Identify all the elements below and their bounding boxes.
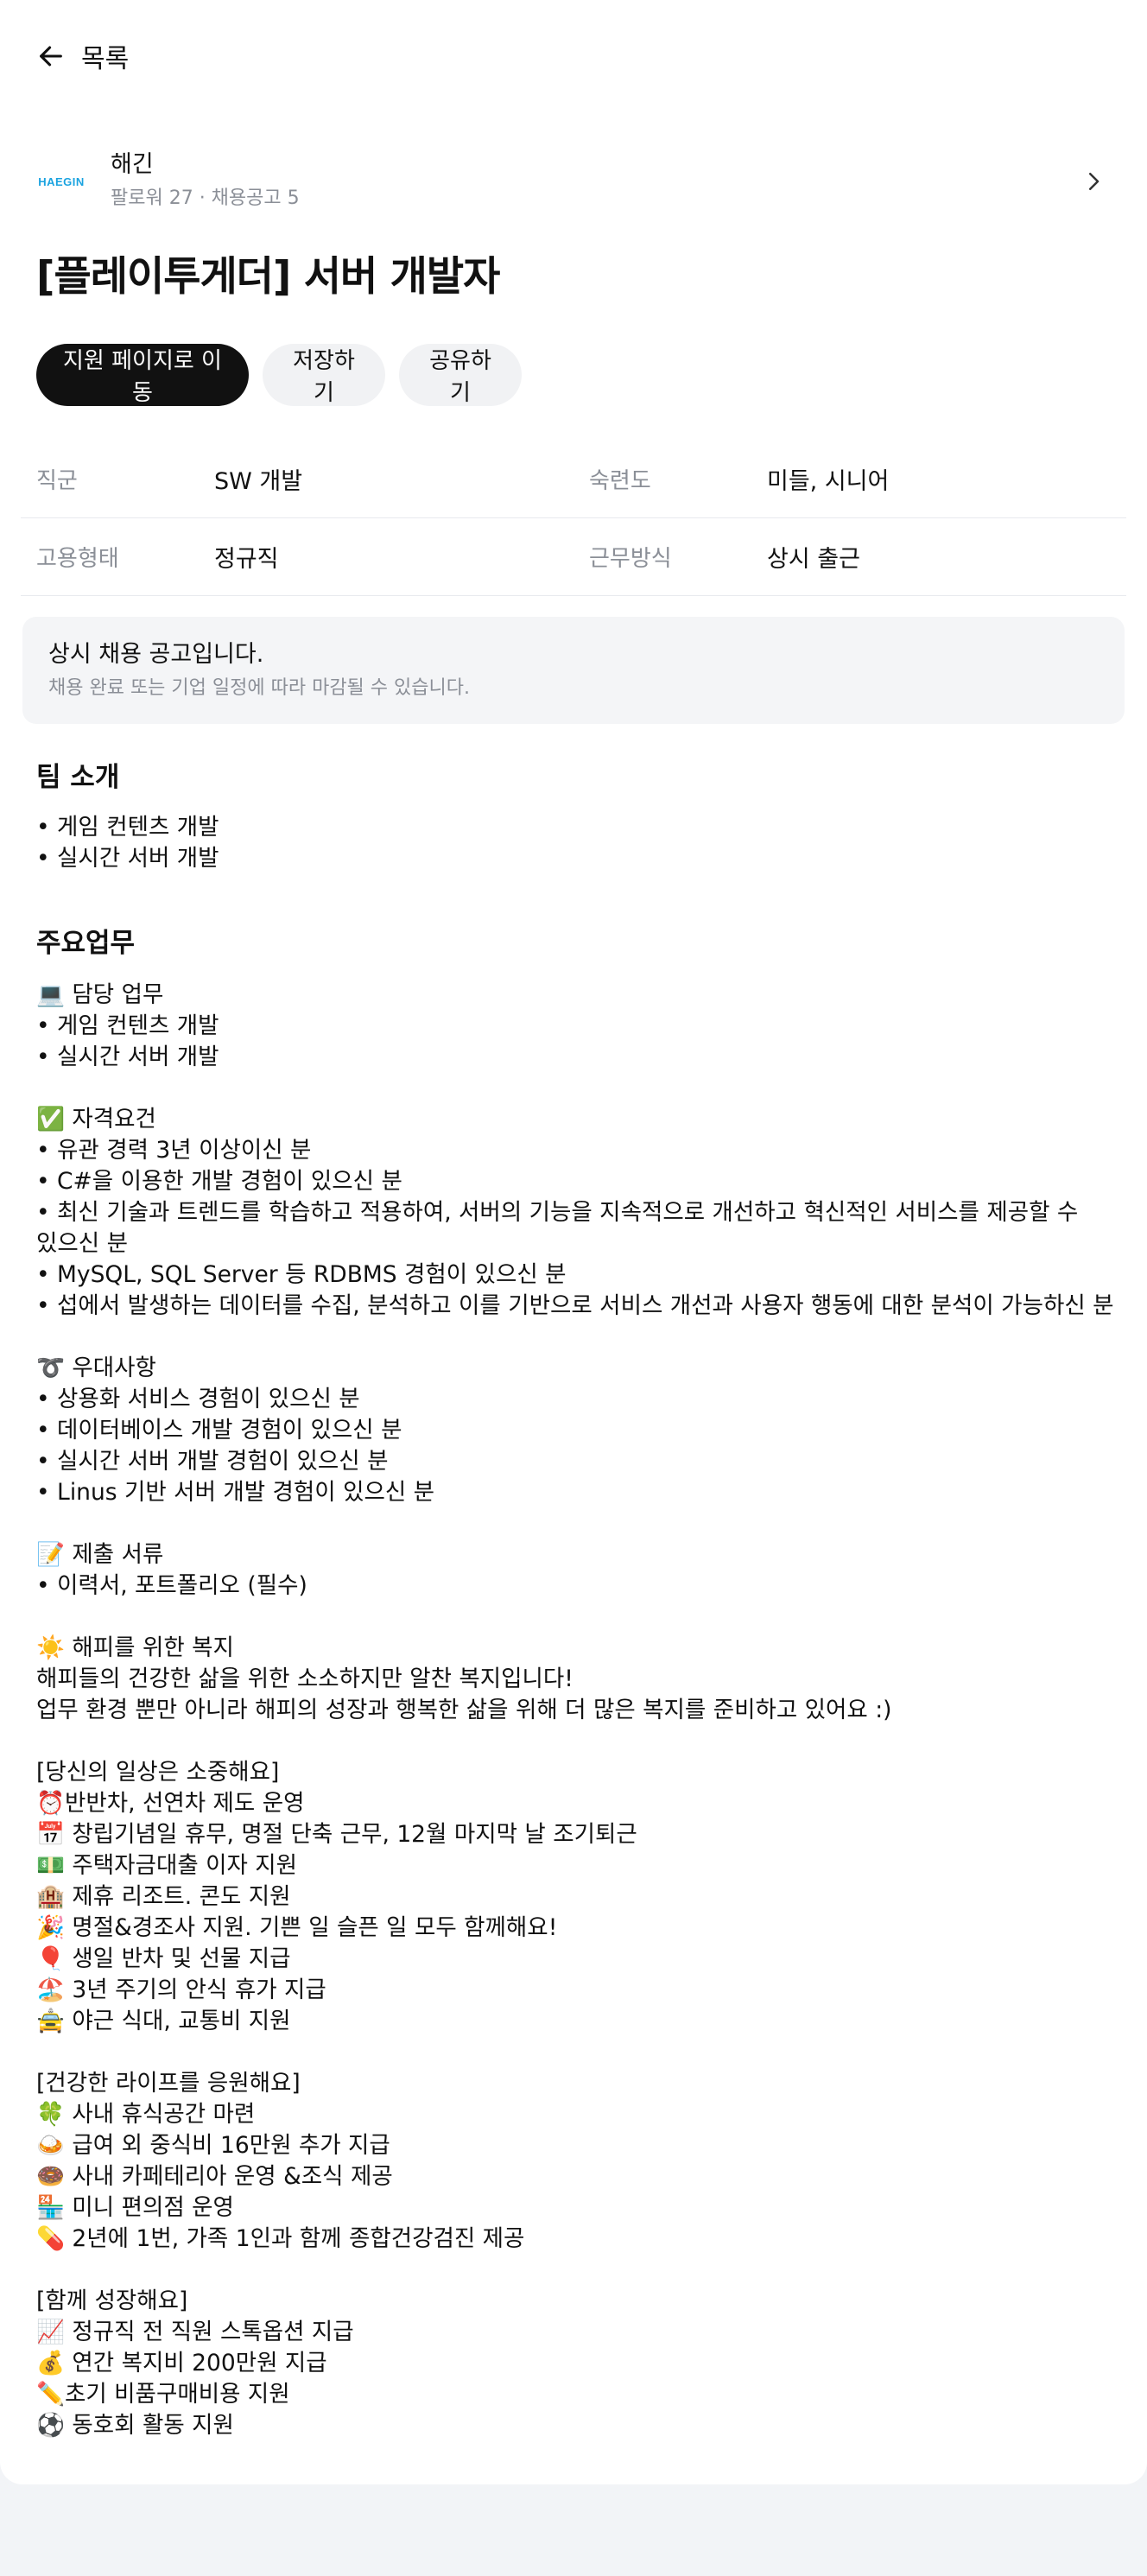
apply-button[interactable]: 지원 페이지로 이동 bbox=[36, 344, 249, 406]
text-line bbox=[36, 1508, 1116, 1539]
share-button[interactable]: 공유하기 bbox=[399, 344, 522, 406]
team-section-heading: 팀 소개 bbox=[36, 762, 120, 793]
text-line bbox=[36, 2037, 1116, 2068]
text-line bbox=[36, 1073, 1116, 1104]
info-cell-job-group: 직군 SW 개발 bbox=[21, 462, 574, 496]
info-cell-seniority: 숙련도 미들, 시니어 bbox=[574, 462, 1126, 496]
text-line: [함께 성장해요] bbox=[36, 2287, 188, 2314]
company-name: 해긴 bbox=[111, 151, 154, 178]
text-line: • 섭에서 발생하는 데이터를 수집, 분석하고 이를 기반으로 서비스 개선과… bbox=[36, 1292, 1114, 1319]
text-line: • C#을 이용한 개발 경험이 있으신 분 bbox=[36, 1168, 402, 1195]
text-line: ⏰반반차, 선연차 제도 운영 bbox=[36, 1790, 305, 1817]
text-line: 🎉 명절&경조사 지원. 기쁜 일 슬픈 일 모두 함께해요! bbox=[36, 1914, 558, 1941]
text-line: 💊 2년에 1번, 가족 1인과 함께 종합건강검진 제공 bbox=[36, 2225, 525, 2252]
text-line bbox=[36, 2255, 1116, 2286]
company-logo: HAEGIN bbox=[38, 174, 85, 188]
text-line: 해피들의 건강한 삶을 위한 소소하지만 알찬 복지입니다! bbox=[36, 1666, 574, 1692]
text-line: 💵 주택자금대출 이자 지원 bbox=[36, 1852, 298, 1879]
text-line: [건강한 라이프를 응원해요] bbox=[36, 2070, 301, 2097]
text-line: • 실시간 서버 개발 bbox=[36, 845, 219, 872]
text-line: ☀️ 해피를 위한 복지 bbox=[36, 1634, 234, 1661]
text-line: • MySQL, SQL Server 등 RDBMS 경험이 있으신 분 bbox=[36, 1261, 567, 1288]
text-line: 💻 담당 업무 bbox=[36, 981, 164, 1008]
text-line: • 이력서, 포트폴리오 (필수) bbox=[36, 1572, 307, 1599]
text-line: • 데이터베이스 개발 경험이 있으신 분 bbox=[36, 1417, 402, 1443]
duties-section-body: 💻 담당 업무 • 게임 컨텐츠 개발 • 실시간 서버 개발 ✅ 자격요건 • 유관 … bbox=[36, 980, 1116, 2441]
chevron-right-icon bbox=[1076, 168, 1111, 194]
text-line: ✅ 자격요건 bbox=[36, 1106, 156, 1133]
text-line: • 게임 컨텐츠 개발 bbox=[36, 814, 219, 841]
info-label-job-group: 직군 bbox=[36, 468, 78, 494]
info-label-seniority: 숙련도 bbox=[589, 468, 651, 494]
info-row: 직군 SW 개발 숙련도 미들, 시니어 bbox=[21, 441, 1126, 518]
info-label-work-style: 근무방식 bbox=[589, 546, 672, 572]
info-row: 고용형태 정규직 근무방식 상시 출근 bbox=[21, 518, 1126, 596]
text-line bbox=[36, 1322, 1116, 1353]
text-line: ➰ 우대사항 bbox=[36, 1355, 156, 1381]
text-line: 업무 환경 뿐만 아니라 해피의 성장과 행복한 삶을 위해 더 많은 복지를 … bbox=[36, 1697, 892, 1723]
info-cell-work-style: 근무방식 상시 출근 bbox=[574, 540, 1126, 574]
text-line: 💰 연간 복지비 200만원 지급 bbox=[36, 2350, 327, 2376]
save-button[interactable]: 저장하기 bbox=[263, 344, 385, 406]
text-line: 🍛 급여 외 중식비 16만원 추가 지급 bbox=[36, 2132, 390, 2159]
info-value-seniority: 미들, 시니어 bbox=[767, 468, 890, 495]
info-cell-employment-type: 고용형태 정규직 bbox=[21, 540, 574, 574]
info-value-job-group: SW 개발 bbox=[214, 468, 303, 495]
text-line: • 게임 컨텐츠 개발 bbox=[36, 1012, 219, 1039]
text-line: • 실시간 서버 개발 경험이 있으신 분 bbox=[36, 1448, 389, 1475]
text-line bbox=[36, 1602, 1116, 1633]
text-line: 📅 창립기념일 휴무, 명절 단축 근무, 12월 마지막 날 조기퇴근 bbox=[36, 1821, 637, 1848]
action-buttons: 지원 페이지로 이동 저장하기 공유하기 bbox=[36, 344, 522, 406]
text-line: 🚖 야근 식대, 교통비 지원 bbox=[36, 2008, 291, 2034]
company-meta: 팔로워 27 · 채용공고 5 bbox=[111, 187, 300, 209]
company-info: 해긴 팔로워 27 · 채용공고 5 bbox=[111, 149, 1076, 213]
text-line: ⚽ 동호회 활동 지원 bbox=[36, 2412, 234, 2439]
text-line: • 최신 기술과 트렌드를 학습하고 적용하여, 서버의 기능을 지속적으로 개… bbox=[36, 1199, 1079, 1226]
text-line: 🎈 생일 반차 및 선물 지급 bbox=[36, 1945, 291, 1972]
job-detail-card: 목록 HAEGIN 해긴 팔로워 27 · 채용공고 5 [플레이투게더] 서버… bbox=[0, 0, 1147, 2484]
text-line: [당신의 일상은 소중해요] bbox=[36, 1759, 280, 1786]
job-info-table: 직군 SW 개발 숙련도 미들, 시니어 고용형태 정규직 근무방식 상시 출근 bbox=[21, 441, 1126, 596]
notice-subtitle: 채용 완료 또는 기업 일정에 따라 마감될 수 있습니다. bbox=[48, 677, 470, 699]
text-line: 📈 정규직 전 직원 스톡옵션 지급 bbox=[36, 2319, 354, 2345]
duties-section-heading: 주요업무 bbox=[36, 928, 136, 959]
text-line: 🏖️ 3년 주기의 안식 휴가 지급 bbox=[36, 1976, 326, 2003]
text-line: 🏪 미니 편의점 운영 bbox=[36, 2194, 234, 2221]
text-line bbox=[36, 1726, 1116, 1757]
text-line: • Linus 기반 서버 개발 경험이 있으신 분 bbox=[36, 1479, 435, 1506]
team-section-body: • 게임 컨텐츠 개발 • 실시간 서버 개발 bbox=[36, 812, 1116, 874]
notice-title: 상시 채용 공고입니다. bbox=[48, 641, 264, 668]
text-line: 🍩 사내 카페테리아 운영 &조식 제공 bbox=[36, 2163, 393, 2190]
text-line: ✏️초기 비품구매비용 지원 bbox=[36, 2381, 290, 2408]
company-link[interactable]: HAEGIN 해긴 팔로워 27 · 채용공고 5 bbox=[36, 145, 1111, 218]
info-value-employment-type: 정규직 bbox=[214, 546, 279, 573]
text-line: • 상용화 서비스 경험이 있으신 분 bbox=[36, 1386, 360, 1412]
text-line: 🍀 사내 휴식공간 마련 bbox=[36, 2101, 256, 2128]
arrow-left-icon bbox=[36, 41, 66, 71]
info-value-work-style: 상시 출근 bbox=[767, 546, 860, 573]
back-label: 목록 bbox=[81, 44, 130, 74]
info-label-employment-type: 고용형태 bbox=[36, 546, 119, 572]
text-line: 있으신 분 bbox=[36, 1230, 128, 1257]
job-title: [플레이투게더] 서버 개발자 bbox=[36, 253, 500, 301]
text-line: 🏨 제휴 리조트. 콘도 지원 bbox=[36, 1883, 291, 1910]
notice-box: 상시 채용 공고입니다. 채용 완료 또는 기업 일정에 따라 마감될 수 있습… bbox=[22, 617, 1125, 724]
text-line: • 유관 경력 3년 이상이신 분 bbox=[36, 1137, 312, 1164]
back-to-list-button[interactable]: 목록 bbox=[36, 35, 129, 78]
text-line: • 실시간 서버 개발 bbox=[36, 1044, 219, 1070]
text-line: 📝 제출 서류 bbox=[36, 1541, 164, 1568]
